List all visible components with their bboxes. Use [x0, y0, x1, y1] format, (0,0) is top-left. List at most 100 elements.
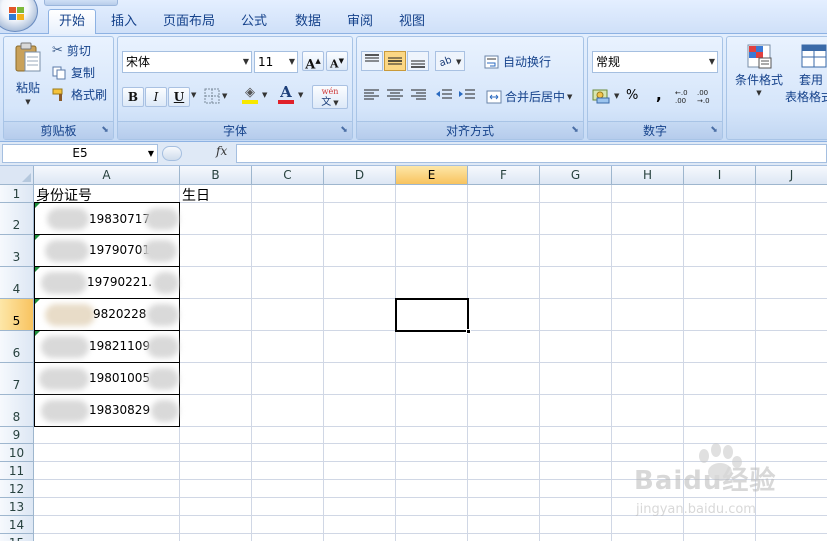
formula-input[interactable] [236, 144, 827, 163]
row-header-13[interactable]: 13 [0, 498, 34, 516]
row-header-12[interactable]: 12 [0, 480, 34, 498]
conditional-formatting-button[interactable]: 条件格式 ▼ [731, 41, 787, 97]
row-header-8[interactable]: 8 [0, 395, 34, 427]
office-button[interactable] [0, 0, 38, 32]
fill-color-button[interactable]: ◈ [242, 86, 258, 104]
paste-button[interactable]: 粘贴 ▼ [10, 41, 46, 115]
number-format-select[interactable]: 常规 ▼ [592, 51, 718, 73]
grow-font-button[interactable]: A▲ [302, 51, 324, 72]
alignment-group-label: 对齐方式 [357, 121, 583, 139]
cell-a7[interactable]: 19801005 [34, 363, 180, 395]
row-header-5[interactable]: 5 [0, 299, 34, 331]
underline-dropdown-arrow[interactable]: ▼ [191, 91, 196, 99]
copy-button[interactable]: 复制 [52, 64, 95, 81]
column-header-f[interactable]: F [468, 166, 540, 185]
column-header-h[interactable]: H [612, 166, 684, 185]
fill-dropdown-arrow[interactable]: ▼ [262, 91, 267, 99]
format-as-table-button[interactable]: 套用 表格格式 [785, 41, 827, 105]
align-middle-button[interactable] [384, 51, 406, 71]
format-painter-button[interactable]: 格式刷 [52, 86, 107, 103]
clipboard-dialog-launcher-icon[interactable]: ⬊ [100, 126, 110, 136]
name-box[interactable]: E5 ▼ [2, 144, 158, 163]
row-header-10[interactable]: 10 [0, 444, 34, 462]
phonetic-guide-button[interactable]: wén 文 ▼ [312, 85, 348, 109]
tab-home[interactable]: 开始 [48, 9, 96, 35]
tab-page-layout[interactable]: 页面布局 [158, 12, 220, 34]
cell-a3[interactable]: 19790701 [34, 235, 180, 267]
row-header-6[interactable]: 6 [0, 331, 34, 363]
align-bottom-button[interactable] [407, 51, 429, 71]
cut-button[interactable]: ✂ 剪切 [52, 42, 91, 59]
accounting-format-button[interactable]: ▼ [592, 88, 619, 104]
column-header-d[interactable]: D [324, 166, 396, 185]
insert-function-button[interactable]: fx [216, 144, 227, 158]
row-header-3[interactable]: 3 [0, 235, 34, 267]
font-color-button[interactable]: A [278, 84, 294, 104]
cell-a2[interactable]: 19830717 [34, 202, 180, 235]
underline-button[interactable]: U [168, 87, 190, 107]
row-header-14[interactable]: 14 [0, 516, 34, 534]
column-header-i[interactable]: I [684, 166, 756, 185]
column-header-j[interactable]: J [756, 166, 827, 185]
cell-a5[interactable]: 9820228 [34, 299, 180, 331]
row-header-15[interactable]: 15 [0, 534, 34, 541]
column-header-c[interactable]: C [252, 166, 324, 185]
font-dialog-launcher-icon[interactable]: ⬊ [339, 126, 349, 136]
tab-data[interactable]: 数据 [288, 12, 328, 34]
merge-center-label: 合并后居中 [505, 90, 566, 104]
column-header-e[interactable]: E [396, 166, 468, 185]
redacted-blur [153, 272, 179, 294]
row-header-11[interactable]: 11 [0, 462, 34, 480]
decrease-decimal-button[interactable]: .00 →.0 [696, 87, 718, 105]
orientation-button[interactable]: ab ▼ [435, 51, 465, 71]
align-left-button[interactable] [361, 85, 383, 105]
row-header-1[interactable]: 1 [0, 185, 34, 203]
scissors-icon: ✂ [52, 43, 63, 58]
active-cell-e5[interactable] [395, 298, 471, 334]
merge-center-button[interactable]: 合并后居中 ▼ [486, 88, 572, 105]
borders-button[interactable]: ▼ [204, 88, 227, 104]
italic-button[interactable]: I [145, 87, 167, 107]
redacted-blur [145, 208, 179, 230]
alignment-dialog-launcher-icon[interactable]: ⬊ [570, 126, 580, 136]
row-header-4[interactable]: 4 [0, 267, 34, 299]
row-header-7[interactable]: 7 [0, 363, 34, 395]
percent-style-button[interactable]: % [626, 88, 638, 103]
decrease-decimal-icon: .00→.0 [697, 89, 710, 105]
column-header-g[interactable]: G [540, 166, 612, 185]
row-header-2[interactable]: 2 [0, 203, 34, 235]
number-dialog-launcher-icon[interactable]: ⬊ [709, 126, 719, 136]
chevron-down-icon[interactable]: ▼ [148, 145, 154, 162]
decrease-indent-button[interactable] [433, 85, 455, 105]
expand-handle-icon[interactable] [162, 146, 182, 161]
wrap-text-button[interactable]: 自动换行 [484, 53, 551, 70]
bold-button[interactable]: B [122, 87, 144, 107]
shrink-font-button[interactable]: A▼ [326, 51, 348, 71]
quick-access-toolbar[interactable] [44, 0, 118, 6]
align-top-button[interactable] [361, 51, 383, 71]
increase-indent-button[interactable] [456, 85, 478, 105]
cell-a8[interactable]: 19830829 [34, 395, 180, 427]
align-middle-icon [384, 51, 406, 71]
font-color-dropdown-arrow[interactable]: ▼ [298, 91, 303, 99]
align-center-button[interactable] [384, 85, 406, 105]
fill-handle[interactable] [466, 329, 471, 334]
align-right-button[interactable] [407, 85, 429, 105]
align-center-icon [387, 89, 403, 100]
column-header-a[interactable]: A [34, 166, 180, 185]
increase-decimal-button[interactable]: ←.0.00 [674, 87, 694, 105]
paste-dropdown-arrow[interactable]: ▼ [25, 98, 30, 106]
row-header-9[interactable]: 9 [0, 427, 34, 444]
tab-review[interactable]: 审阅 [340, 12, 380, 34]
cell-a6[interactable]: 19821109 [34, 331, 180, 363]
comma-style-button[interactable]: , [656, 86, 662, 104]
font-size-select[interactable]: 11 ▼ [254, 51, 298, 73]
tab-insert[interactable]: 插入 [104, 12, 144, 34]
cell-a4[interactable]: 19790221. [34, 267, 180, 299]
font-name-select[interactable]: 宋体 ▼ [122, 51, 252, 73]
column-header-b[interactable]: B [180, 166, 252, 185]
cell-b1[interactable]: 生日 [182, 185, 210, 205]
tab-view[interactable]: 视图 [392, 12, 432, 34]
select-all-button[interactable] [0, 166, 34, 185]
tab-formulas[interactable]: 公式 [234, 12, 274, 34]
